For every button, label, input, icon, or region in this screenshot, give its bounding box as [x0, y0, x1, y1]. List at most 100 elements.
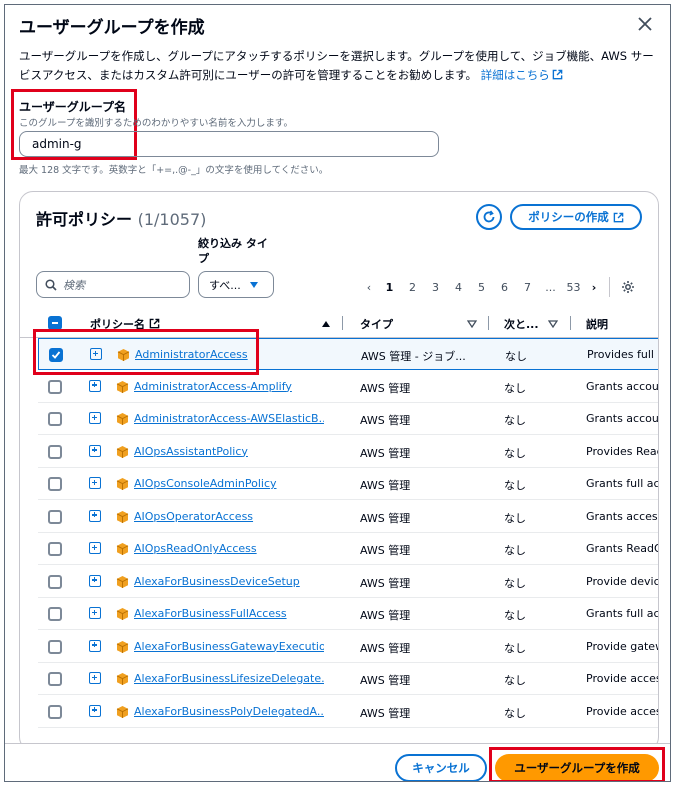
policy-name-link[interactable]: AIOpsOperatorAccess: [134, 510, 324, 523]
refresh-button[interactable]: [476, 204, 502, 230]
expand-icon[interactable]: [89, 639, 101, 652]
gear-icon[interactable]: [616, 280, 639, 294]
policy-search-input[interactable]: 検索: [36, 271, 190, 298]
aws-managed-cube-icon: [116, 477, 129, 491]
policy-type: AWS 管理: [360, 641, 411, 655]
expand-icon[interactable]: [89, 379, 101, 392]
sort-icon[interactable]: [547, 318, 559, 331]
external-link-icon: [552, 69, 563, 80]
policy-name-link[interactable]: AdministratorAccess-Amplify: [134, 380, 324, 393]
expand-icon[interactable]: [89, 542, 101, 554]
pager-divider: [609, 277, 610, 297]
search-icon: [45, 278, 57, 291]
table-row[interactable]: AlexaForBusinessLifesizeDelegate... AWS 管…: [38, 663, 658, 695]
expand-icon[interactable]: [89, 574, 101, 587]
row-checkbox[interactable]: [48, 509, 62, 524]
expand-icon[interactable]: [89, 672, 101, 684]
column-divider: [570, 316, 571, 330]
close-icon[interactable]: [636, 15, 654, 33]
page-3[interactable]: 3: [424, 281, 447, 294]
expand-icon[interactable]: [89, 444, 101, 457]
table-row[interactable]: AdministratorAccess-AWSElasticB... AWS 管理…: [38, 403, 658, 435]
policy-description: Provides ReadO: [586, 444, 658, 458]
aws-managed-cube-icon: [116, 412, 129, 426]
page-53[interactable]: 53: [562, 281, 585, 294]
policy-next: なし: [504, 609, 526, 622]
row-checkbox[interactable]: [48, 672, 62, 686]
expand-icon[interactable]: [89, 477, 101, 489]
policy-name-link[interactable]: AlexaForBusinessDeviceSetup: [134, 575, 324, 588]
policies-count: (1/1057): [137, 210, 207, 229]
policy-name-link[interactable]: AlexaForBusinessLifesizeDelegate...: [134, 672, 324, 685]
page-7[interactable]: 7: [516, 281, 539, 294]
policy-description: Grants ReadOn: [586, 542, 658, 555]
policy-name-link[interactable]: AIOpsReadOnlyAccess: [134, 542, 324, 555]
table-row[interactable]: AIOpsConsoleAdminPolicy AWS 管理 なし Grants fu…: [38, 468, 658, 500]
page-5[interactable]: 5: [470, 281, 493, 294]
policy-type: AWS 管理: [360, 609, 411, 622]
search-placeholder: 検索: [63, 278, 85, 292]
expand-icon[interactable]: [89, 412, 101, 424]
policy-next: なし: [504, 446, 526, 460]
policy-name-link[interactable]: AlexaForBusinessPolyDelegatedA...: [134, 705, 324, 718]
policy-name-link[interactable]: AlexaForBusinessFullAccess: [134, 607, 324, 620]
policy-type: AWS 管理: [360, 414, 411, 427]
row-checkbox[interactable]: [48, 477, 62, 491]
row-checkbox[interactable]: [48, 639, 62, 654]
policy-type: AWS 管理: [360, 576, 411, 590]
table-row[interactable]: AdministratorAccess-Amplify AWS 管理 なし Grant…: [38, 371, 658, 403]
learn-more-link[interactable]: 詳細はこちら: [481, 68, 563, 82]
policy-name-link[interactable]: AIOpsAssistantPolicy: [134, 445, 324, 458]
expand-icon[interactable]: [89, 607, 101, 619]
next-page-icon[interactable]: ›: [585, 281, 603, 294]
external-link-icon: [613, 212, 624, 222]
create-user-group-dialog: ユーザーグループを作成 ユーザーグループを作成し、グループにアタッチするポリシー…: [4, 4, 671, 782]
policy-next: なし: [504, 381, 526, 395]
column-type[interactable]: タイプ: [360, 316, 393, 332]
row-checkbox[interactable]: [48, 444, 62, 459]
aws-managed-cube-icon: [116, 607, 129, 621]
row-checkbox[interactable]: [48, 379, 62, 394]
group-name-input[interactable]: admin-g: [19, 131, 439, 157]
table-row[interactable]: AlexaForBusinessDeviceSetup AWS 管理 なし Provi…: [38, 566, 658, 598]
sort-ascending-icon[interactable]: [321, 318, 331, 331]
prev-page-icon[interactable]: ‹: [360, 281, 378, 294]
policy-next: なし: [504, 641, 526, 655]
row-checkbox[interactable]: [48, 542, 62, 556]
table-row[interactable]: AIOpsReadOnlyAccess AWS 管理 なし Grants ReadOn: [38, 533, 658, 565]
table-row[interactable]: AlexaForBusinessGatewayExecution AWS 管理 なし…: [38, 631, 658, 663]
page-4[interactable]: 4: [447, 281, 470, 294]
select-all-checkbox[interactable]: [48, 316, 62, 330]
page-6[interactable]: 6: [493, 281, 516, 294]
learn-more-label: 詳細はこちら: [480, 68, 550, 82]
column-description[interactable]: 説明: [586, 316, 608, 332]
caret-down-icon: [249, 281, 258, 288]
create-policy-button[interactable]: ポリシーの作成: [510, 204, 642, 230]
expand-icon[interactable]: [89, 509, 101, 522]
highlight-create-button: [489, 747, 665, 781]
sort-icon[interactable]: [466, 318, 478, 331]
policy-next: なし: [504, 576, 526, 590]
aws-managed-cube-icon: [116, 640, 129, 654]
expand-icon[interactable]: [89, 704, 101, 717]
policy-name-link[interactable]: AlexaForBusinessGatewayExecution: [134, 640, 324, 653]
policy-name-link[interactable]: AIOpsConsoleAdminPolicy: [134, 477, 324, 490]
row-checkbox[interactable]: [48, 412, 62, 426]
row-checkbox[interactable]: [48, 574, 62, 589]
policy-name-link[interactable]: AdministratorAccess-AWSElasticB...: [134, 412, 324, 425]
cancel-button[interactable]: キャンセル: [395, 754, 487, 781]
table-row[interactable]: AIOpsAssistantPolicy AWS 管理 なし Provides Rea…: [38, 436, 658, 468]
table-row[interactable]: AlexaForBusinessFullAccess AWS 管理 なし Grants…: [38, 598, 658, 630]
aws-managed-cube-icon: [116, 510, 129, 524]
table-row[interactable]: AIOpsOperatorAccess AWS 管理 なし Grants access…: [38, 501, 658, 533]
row-checkbox[interactable]: [48, 704, 62, 719]
page-ellipsis: ...: [545, 280, 556, 294]
aws-managed-cube-icon: [116, 542, 129, 556]
policy-next: なし: [504, 414, 526, 427]
row-checkbox[interactable]: [48, 607, 62, 621]
filter-type-select[interactable]: すべ...: [198, 271, 274, 298]
page-1[interactable]: 1: [378, 281, 401, 294]
page-2[interactable]: 2: [401, 281, 424, 294]
table-row[interactable]: AlexaForBusinessPolyDelegatedA... AWS 管理 な…: [38, 696, 658, 728]
column-next[interactable]: 次と...: [504, 316, 539, 332]
